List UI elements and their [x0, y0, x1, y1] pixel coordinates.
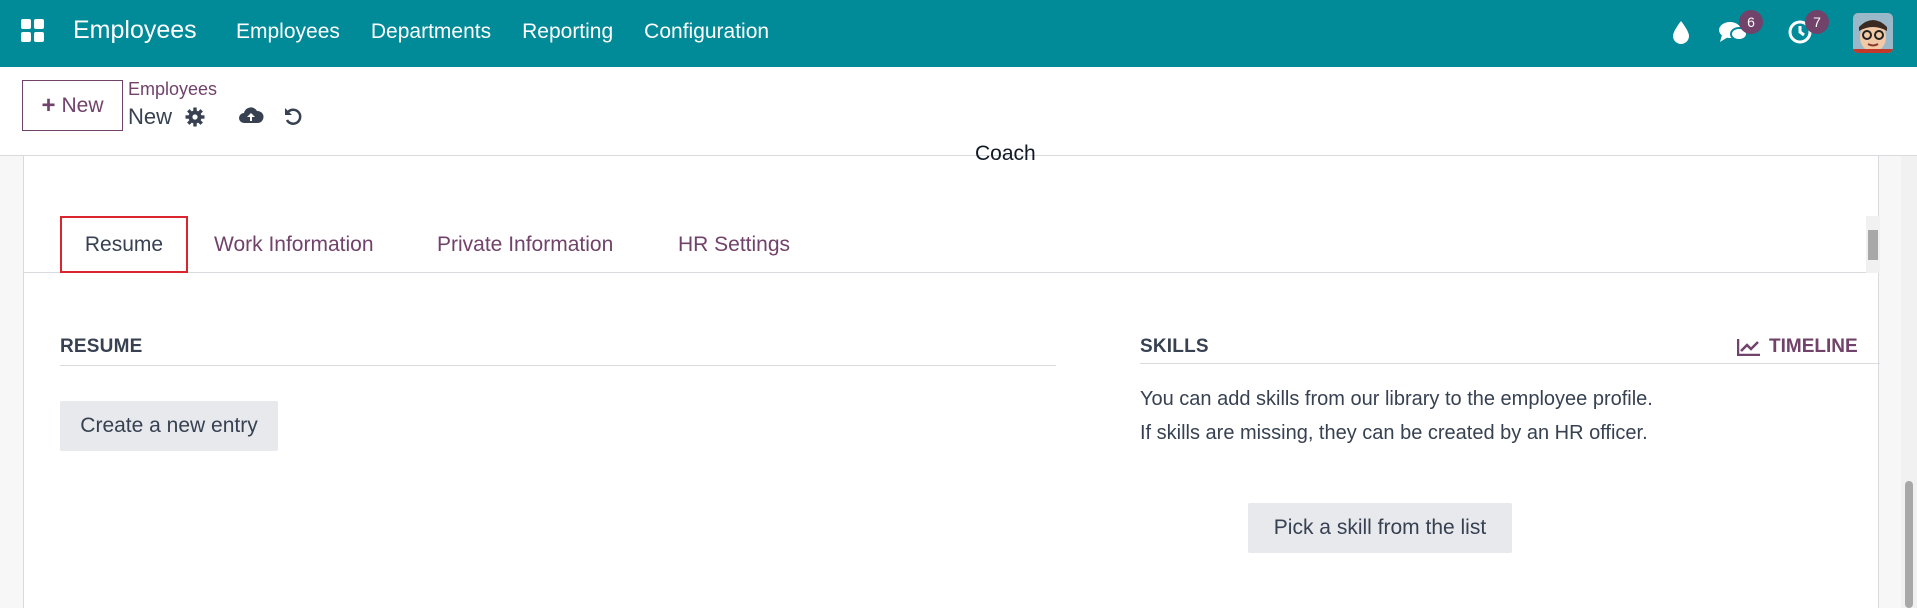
new-button-label: New — [61, 93, 104, 117]
create-entry-button[interactable]: Create a new entry — [60, 401, 278, 451]
page-scrollbar[interactable] — [1901, 156, 1917, 608]
coach-field-label: Coach — [975, 142, 1036, 165]
skills-help-text: You can add skills from our library to t… — [1140, 382, 1653, 450]
undo-icon[interactable] — [283, 105, 303, 132]
app-title[interactable]: Employees — [73, 16, 197, 45]
notebook-tabs: Resume Work Information Private Informat… — [24, 216, 1880, 273]
record-name: New — [128, 104, 173, 129]
cloud-upload-icon[interactable] — [238, 105, 264, 130]
page-scrollbar-thumb[interactable] — [1905, 481, 1913, 608]
new-button[interactable]: + New — [22, 80, 123, 131]
gear-icon[interactable] — [185, 107, 205, 132]
menu-reporting[interactable]: Reporting — [522, 20, 613, 44]
clock-badge: 7 — [1805, 10, 1829, 34]
tabs-scrollbar-thumb[interactable] — [1868, 230, 1878, 260]
control-panel: + New Employees New — [0, 67, 1917, 156]
skills-help-line-1: You can add skills from our library to t… — [1140, 388, 1653, 410]
main-menu: Employees Departments Reporting Configur… — [236, 20, 769, 44]
drop-icon[interactable] — [1672, 20, 1690, 49]
apps-icon[interactable] — [21, 19, 45, 43]
timeline-label: TIMELINE — [1769, 336, 1858, 357]
tab-private-information[interactable]: Private Information — [437, 216, 613, 273]
chat-badge: 6 — [1739, 10, 1763, 34]
tab-work-information[interactable]: Work Information — [214, 216, 374, 273]
tab-resume[interactable]: Resume — [60, 216, 188, 273]
form-view: Coach Resume Work Information Private In… — [0, 142, 1917, 608]
pick-skill-button[interactable]: Pick a skill from the list — [1248, 503, 1512, 553]
chart-line-icon — [1737, 339, 1760, 356]
plus-icon: + — [41, 91, 56, 119]
skills-section-title: SKILLS — [1140, 336, 1209, 357]
timeline-button[interactable]: TIMELINE — [1737, 336, 1858, 358]
skills-help-line-2: If skills are missing, they can be creat… — [1140, 422, 1648, 444]
form-sheet: Coach Resume Work Information Private In… — [23, 142, 1880, 608]
tabs-scrollbar[interactable] — [1866, 216, 1880, 273]
avatar[interactable] — [1853, 13, 1893, 53]
resume-divider — [60, 365, 1056, 366]
breadcrumb[interactable]: Employees — [128, 79, 217, 100]
menu-employees[interactable]: Employees — [236, 20, 340, 44]
top-navbar: Employees Employees Departments Reportin… — [0, 0, 1917, 67]
resume-section-title: RESUME — [60, 336, 143, 357]
menu-configuration[interactable]: Configuration — [644, 20, 769, 44]
skills-divider — [1140, 363, 1880, 364]
tab-hr-settings[interactable]: HR Settings — [678, 216, 790, 273]
menu-departments[interactable]: Departments — [371, 20, 491, 44]
